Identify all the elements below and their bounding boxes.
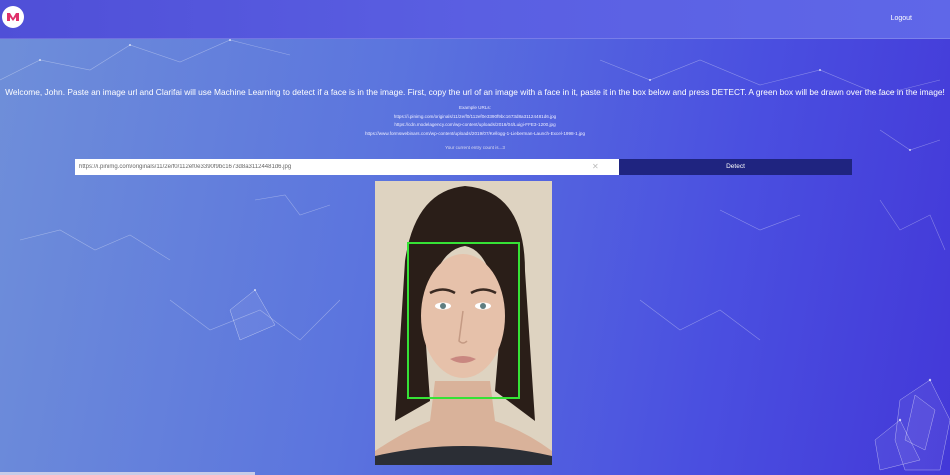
close-icon[interactable]: ✕ [592,161,599,173]
detect-button[interactable]: Detect [619,159,852,175]
logout-link[interactable]: Logout [891,15,912,22]
entry-count: Your current entry count is...3 [445,145,505,150]
example-url-2: https://cdn.modelagency.com/wp-content/u… [394,122,556,127]
example-urls-heading: Example URLs: [459,105,491,110]
image-url-input[interactable] [75,159,619,175]
example-url-3: https://www.formswebinars.com/wp-content… [364,130,586,136]
example-url-1: https://i.pinimg.com/originals/11/2e/f0/… [393,113,557,119]
face-bounding-box [407,242,520,399]
brain-logo-icon[interactable] [2,6,24,28]
example-urls: Example URLs: https://i.pinimg.com/origi… [0,104,950,138]
top-navigation-bar: Logout [0,0,950,39]
welcome-message: Welcome, John. Paste an image url and Cl… [5,87,945,97]
